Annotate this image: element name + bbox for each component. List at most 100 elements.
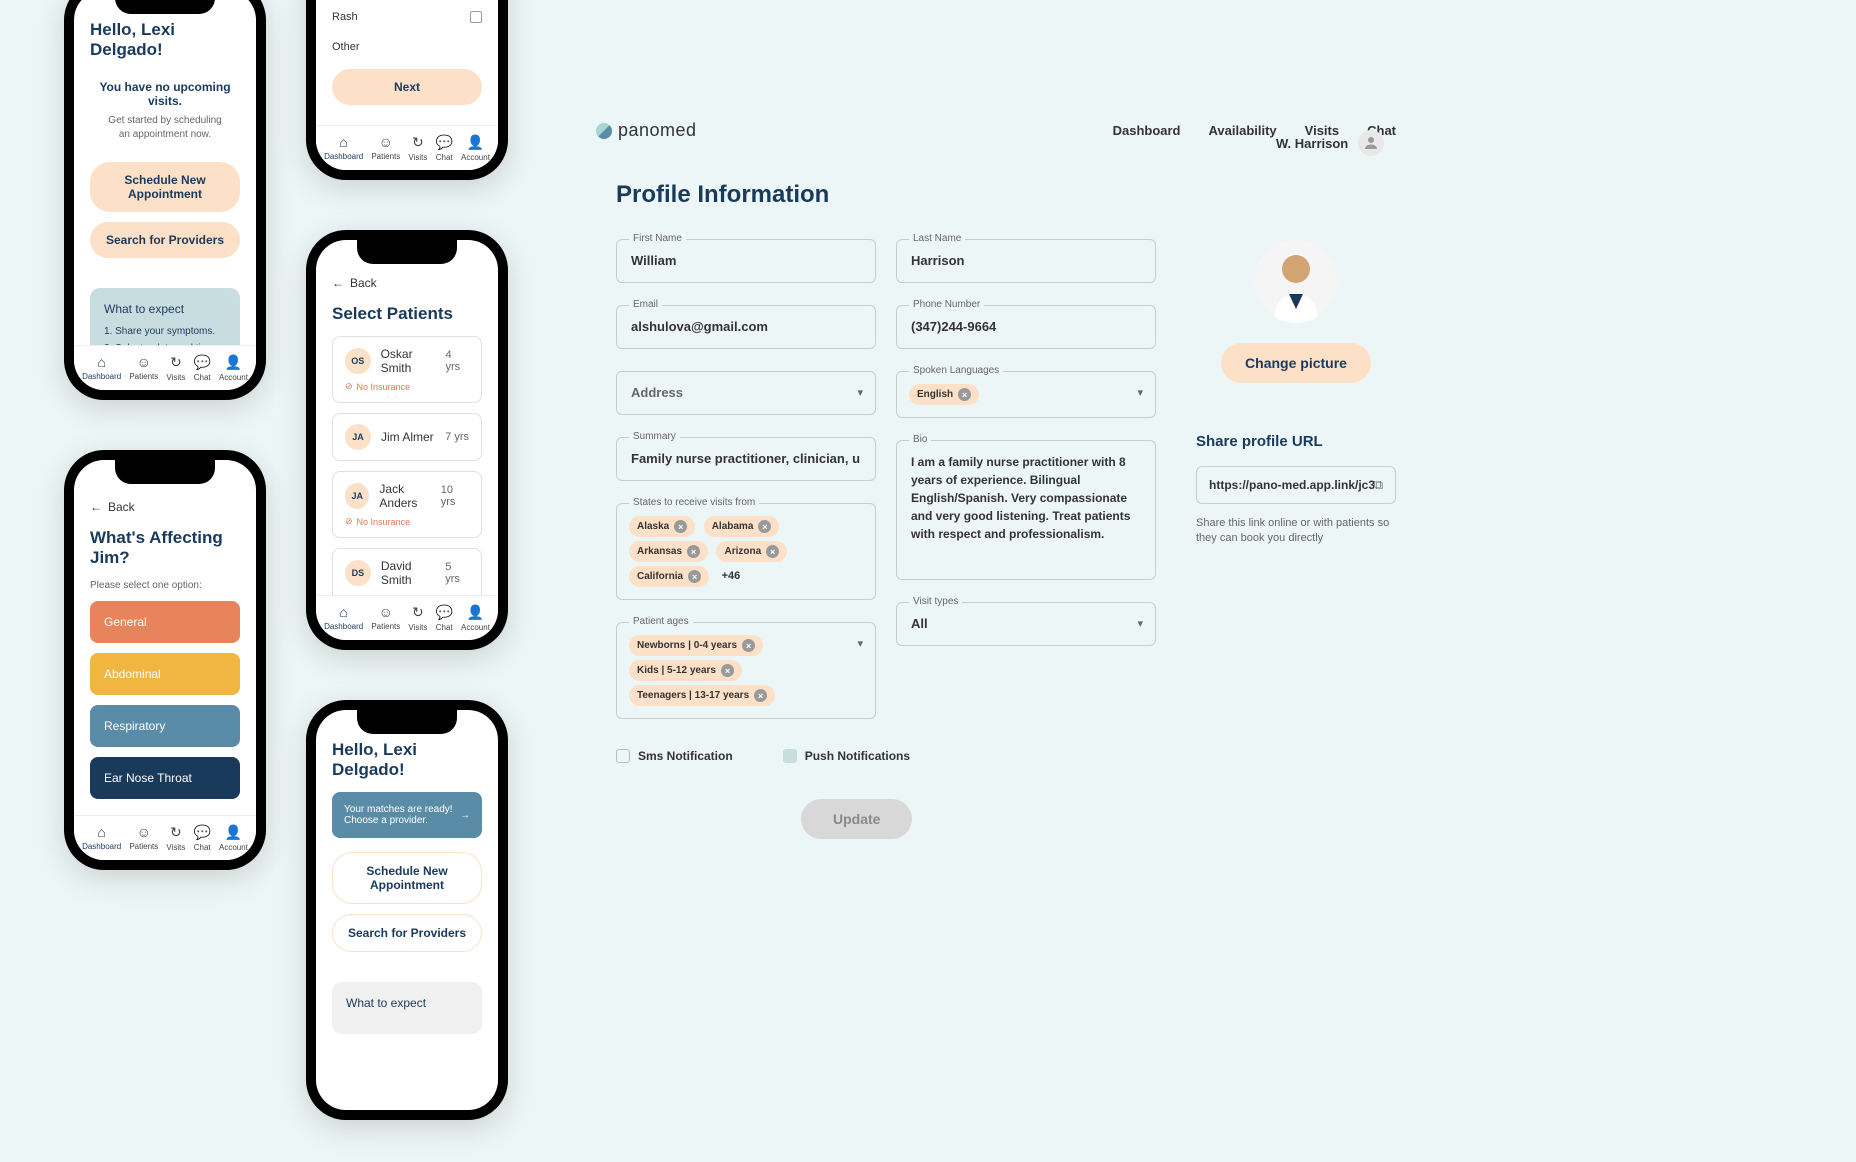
nav-chat[interactable]: 💬Chat bbox=[435, 604, 452, 632]
update-button[interactable]: Update bbox=[801, 799, 912, 839]
nav-dashboard[interactable]: ⌂Dashboard bbox=[82, 354, 121, 382]
first-name-field[interactable]: First Name bbox=[616, 239, 876, 283]
remove-tag-icon[interactable]: × bbox=[687, 545, 700, 558]
expect-title: What to expect bbox=[104, 302, 226, 316]
nav-dashboard[interactable]: ⌂Dashboard bbox=[324, 604, 363, 632]
matches-ready-banner[interactable]: Your matches are ready! Choose a provide… bbox=[332, 792, 482, 838]
nav-visits[interactable]: ↻Visits bbox=[166, 824, 185, 852]
summary-input[interactable] bbox=[631, 451, 861, 466]
summary-field[interactable]: Summary bbox=[616, 437, 876, 481]
bottom-nav: ⌂Dashboard ☺Patients ↻Visits 💬Chat 👤Acco… bbox=[74, 815, 256, 860]
patients-icon: ☺ bbox=[379, 604, 393, 620]
bio-field[interactable]: Bio I am a family nurse practitioner wit… bbox=[896, 440, 1156, 580]
share-description: Share this link online or with patients … bbox=[1196, 516, 1396, 547]
last-name-field[interactable]: Last Name bbox=[896, 239, 1156, 283]
remove-tag-icon[interactable]: × bbox=[754, 689, 767, 702]
arrow-right-icon: → bbox=[460, 810, 470, 821]
nav-visits[interactable]: ↻Visits bbox=[166, 354, 185, 382]
nav-availability[interactable]: Availability bbox=[1209, 123, 1277, 138]
nav-chat[interactable]: 💬Chat bbox=[435, 134, 452, 162]
first-name-input[interactable] bbox=[631, 253, 861, 268]
push-notification-checkbox[interactable]: Push Notifications bbox=[783, 749, 910, 763]
other-label: Other bbox=[332, 41, 482, 53]
profile-sidebar: Change picture Share profile URL https:/… bbox=[1196, 239, 1396, 719]
logo[interactable]: panomed bbox=[596, 120, 697, 141]
change-picture-button[interactable]: Change picture bbox=[1221, 343, 1371, 383]
remove-tag-icon[interactable]: × bbox=[721, 664, 734, 677]
age-tag: Newborns | 0-4 years× bbox=[629, 635, 763, 656]
phone-field[interactable]: Phone Number bbox=[896, 305, 1156, 349]
no-visits-text: You have no upcoming visits. bbox=[90, 80, 240, 108]
nav-account[interactable]: 👤Account bbox=[219, 824, 248, 852]
next-button[interactable]: Next bbox=[332, 69, 482, 105]
nav-patients[interactable]: ☺Patients bbox=[371, 134, 400, 162]
last-name-input[interactable] bbox=[911, 253, 1141, 268]
patient-card[interactable]: JAJim Almer7 yrs bbox=[332, 413, 482, 461]
schedule-appointment-button[interactable]: Schedule New Appointment bbox=[90, 162, 240, 212]
nav-visits[interactable]: ↻Visits bbox=[408, 134, 427, 162]
arrow-left-icon: ← bbox=[332, 276, 344, 290]
nav-account[interactable]: 👤Account bbox=[219, 354, 248, 382]
copy-icon[interactable]: ⧉ bbox=[1374, 477, 1383, 493]
nav-chat[interactable]: 💬Chat bbox=[193, 354, 210, 382]
avatar: JA bbox=[345, 483, 369, 509]
option-abdominal[interactable]: Abdominal bbox=[90, 653, 240, 695]
search-providers-button[interactable]: Search for Providers bbox=[332, 914, 482, 952]
remove-tag-icon[interactable]: × bbox=[766, 545, 779, 558]
visits-icon: ↻ bbox=[412, 604, 424, 621]
patient-card[interactable]: JAJack Anders10 yrs ⊘No Insurance bbox=[332, 471, 482, 538]
nav-chat[interactable]: 💬Chat bbox=[193, 824, 210, 852]
nav-dashboard[interactable]: ⌂Dashboard bbox=[82, 824, 121, 852]
visits-icon: ↻ bbox=[412, 134, 424, 151]
patient-card[interactable]: DSDavid Smith5 yrs ⊘No Insurance bbox=[332, 548, 482, 595]
phone-input[interactable] bbox=[911, 319, 1141, 334]
bottom-nav: ⌂Dashboard ☺Patients ↻Visits 💬Chat 👤Acco… bbox=[74, 345, 256, 390]
email-input[interactable] bbox=[631, 319, 861, 334]
warning-icon: ⊘ bbox=[345, 381, 353, 392]
option-ent[interactable]: Ear Nose Throat bbox=[90, 757, 240, 799]
option-respiratory[interactable]: Respiratory bbox=[90, 705, 240, 747]
schedule-appointment-button[interactable]: Schedule New Appointment bbox=[332, 852, 482, 904]
remove-tag-icon[interactable]: × bbox=[958, 388, 971, 401]
patient-card[interactable]: OSOskar Smith4 yrs ⊘No Insurance bbox=[332, 336, 482, 403]
remove-tag-icon[interactable]: × bbox=[758, 520, 771, 533]
nav-dashboard[interactable]: Dashboard bbox=[1113, 123, 1181, 138]
checkbox-icon[interactable] bbox=[470, 11, 482, 23]
nav-patients[interactable]: ☺Patients bbox=[371, 604, 400, 632]
nav-account[interactable]: 👤Account bbox=[461, 604, 490, 632]
sms-notification-checkbox[interactable]: Sms Notification bbox=[616, 749, 733, 763]
symptom-row[interactable]: Rash bbox=[332, 5, 482, 29]
no-insurance-badge: ⊘No Insurance bbox=[345, 381, 469, 392]
back-button[interactable]: ←Back bbox=[332, 276, 482, 290]
nav-patients[interactable]: ☺Patients bbox=[129, 824, 158, 852]
desktop-profile-page: panomed Dashboard Availability Visits Ch… bbox=[596, 120, 1396, 839]
nav-dashboard[interactable]: ⌂Dashboard bbox=[324, 134, 363, 162]
email-field[interactable]: Email bbox=[616, 305, 876, 349]
user-badge[interactable]: W. Harrison bbox=[1276, 130, 1384, 156]
remove-tag-icon[interactable]: × bbox=[742, 639, 755, 652]
address-field[interactable]: Address bbox=[616, 371, 876, 415]
notification-settings: Sms Notification Push Notifications bbox=[616, 749, 1396, 763]
nav-patients[interactable]: ☺Patients bbox=[129, 354, 158, 382]
age-tag: Kids | 5-12 years× bbox=[629, 660, 742, 681]
patient-ages-field[interactable]: Patient ages Newborns | 0-4 years× Kids … bbox=[616, 622, 876, 719]
patients-icon: ☺ bbox=[137, 824, 151, 840]
back-button[interactable]: ←Back bbox=[90, 500, 240, 514]
remove-tag-icon[interactable]: × bbox=[674, 520, 687, 533]
bottom-nav: ⌂Dashboard ☺Patients ↻Visits 💬Chat 👤Acco… bbox=[316, 595, 498, 640]
checkbox-icon bbox=[616, 749, 630, 763]
option-general[interactable]: General bbox=[90, 601, 240, 643]
home-icon: ⌂ bbox=[97, 824, 105, 840]
states-field[interactable]: States to receive visits from Alaska× Al… bbox=[616, 503, 876, 600]
languages-field[interactable]: Spoken Languages English× bbox=[896, 371, 1156, 418]
nav-account[interactable]: 👤Account bbox=[461, 134, 490, 162]
visit-types-field[interactable]: Visit types All bbox=[896, 602, 1156, 646]
state-tag: California× bbox=[629, 566, 709, 587]
search-providers-button[interactable]: Search for Providers bbox=[90, 222, 240, 258]
visits-icon: ↻ bbox=[170, 824, 182, 841]
nav-visits[interactable]: ↻Visits bbox=[408, 604, 427, 632]
bio-text[interactable]: I am a family nurse practitioner with 8 … bbox=[911, 453, 1141, 543]
remove-tag-icon[interactable]: × bbox=[688, 570, 701, 583]
more-tags-count: +46 bbox=[722, 570, 741, 582]
what-to-expect-box: What to expect bbox=[332, 982, 482, 1034]
